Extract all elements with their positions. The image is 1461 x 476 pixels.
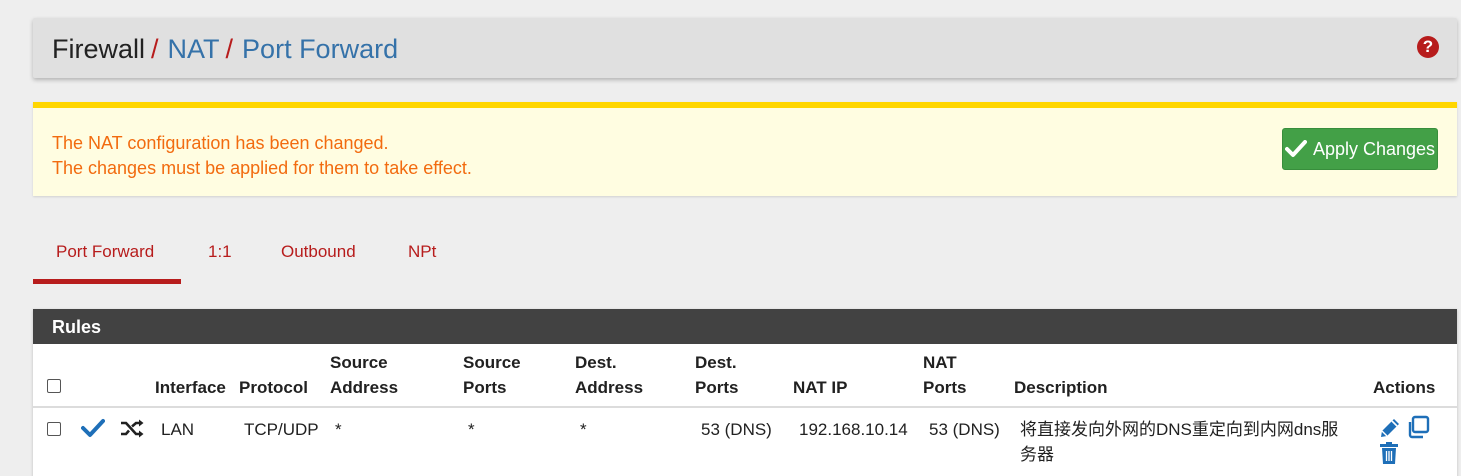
cell-source-address: * bbox=[335, 420, 342, 439]
check-icon bbox=[1284, 140, 1307, 157]
cell-description: 将直接发向外网的DNS重定向到内网dns服 务器 bbox=[1020, 417, 1338, 467]
tab-label: NPt bbox=[408, 242, 437, 261]
cell-protocol: TCP/UDP bbox=[244, 420, 319, 439]
breadcrumb-separator: / bbox=[151, 34, 159, 64]
header-line: Dest. bbox=[695, 353, 737, 372]
shuffle-icon bbox=[121, 419, 144, 438]
header-source-address: Source Address bbox=[330, 350, 398, 400]
cell-source-ports: * bbox=[468, 420, 475, 439]
header-line: Address bbox=[575, 378, 644, 397]
header-dest-address: Dest. Address bbox=[575, 350, 643, 400]
enabled-check-icon[interactable] bbox=[81, 418, 105, 438]
tab-label: 1:1 bbox=[208, 242, 232, 261]
header-line: Source bbox=[463, 353, 521, 372]
tab-label: Port Forward bbox=[56, 242, 155, 261]
apply-changes-button[interactable]: Apply Changes bbox=[1282, 128, 1438, 170]
trash-icon[interactable] bbox=[1379, 442, 1399, 464]
header-divider bbox=[33, 406, 1457, 408]
tab-npt[interactable]: NPt bbox=[408, 242, 436, 262]
breadcrumb: Firewall / NAT / Port Forward bbox=[52, 33, 398, 65]
tab-1-1[interactable]: 1:1 bbox=[208, 242, 232, 262]
header-line: Dest. bbox=[575, 353, 617, 372]
alert-message: The NAT configuration has been changed. … bbox=[52, 131, 472, 181]
cell-nat-ports: 53 (DNS) bbox=[929, 420, 1000, 439]
header-dest-ports: Dest. Ports bbox=[695, 350, 738, 400]
breadcrumb-bar: Firewall / NAT / Port Forward ? bbox=[33, 18, 1457, 78]
header-line: Address bbox=[330, 378, 399, 397]
alert-line-2: The changes must be applied for them to … bbox=[52, 158, 472, 178]
cell-dest-ports: 53 (DNS) bbox=[701, 420, 772, 439]
header-line: Source bbox=[330, 353, 388, 372]
nat-tabs: Port Forward 1:1 Outbound NPt bbox=[33, 234, 483, 284]
header-line: Ports bbox=[923, 378, 967, 397]
cell-dest-address: * bbox=[580, 420, 587, 439]
edit-pencil-icon[interactable] bbox=[1378, 416, 1402, 440]
description-line-2: 务器 bbox=[1020, 445, 1054, 464]
header-line: NAT bbox=[923, 353, 957, 372]
header-interface: Interface bbox=[155, 378, 226, 397]
rules-panel-title: Rules bbox=[33, 309, 1457, 344]
header-line: Ports bbox=[695, 378, 739, 397]
breadcrumb-port-forward-link[interactable]: Port Forward bbox=[242, 34, 398, 64]
header-protocol: Protocol bbox=[239, 378, 308, 397]
breadcrumb-nat-link[interactable]: NAT bbox=[168, 34, 220, 64]
breadcrumb-firewall: Firewall bbox=[52, 34, 146, 64]
header-actions: Actions bbox=[1373, 378, 1436, 397]
apply-changes-label: Apply Changes bbox=[1312, 138, 1436, 159]
cell-nat-ip: 192.168.10.14 bbox=[799, 420, 908, 439]
alert-line-1: The NAT configuration has been changed. bbox=[52, 133, 389, 153]
select-all-checkbox[interactable] bbox=[47, 379, 61, 393]
cell-interface: LAN bbox=[161, 420, 195, 439]
help-icon[interactable]: ? bbox=[1417, 36, 1439, 58]
row-select-checkbox[interactable] bbox=[47, 422, 61, 436]
header-source-ports: Source Ports bbox=[463, 350, 521, 400]
tab-port-forward[interactable]: Port Forward bbox=[33, 242, 181, 284]
header-nat-ip: NAT IP bbox=[793, 378, 848, 397]
apply-changes-alert: The NAT configuration has been changed. … bbox=[33, 102, 1457, 196]
rules-panel: Rules Interface Protocol Source Address … bbox=[33, 309, 1457, 476]
description-line-1: 将直接发向外网的DNS重定向到内网dns服 bbox=[1020, 420, 1339, 439]
tab-label: Outbound bbox=[281, 242, 356, 261]
header-line: Ports bbox=[463, 378, 507, 397]
breadcrumb-separator: / bbox=[225, 34, 234, 64]
copy-icon[interactable] bbox=[1406, 415, 1430, 439]
header-description: Description bbox=[1014, 378, 1108, 397]
tab-outbound[interactable]: Outbound bbox=[281, 242, 356, 262]
header-nat-ports: NAT Ports bbox=[923, 350, 966, 400]
